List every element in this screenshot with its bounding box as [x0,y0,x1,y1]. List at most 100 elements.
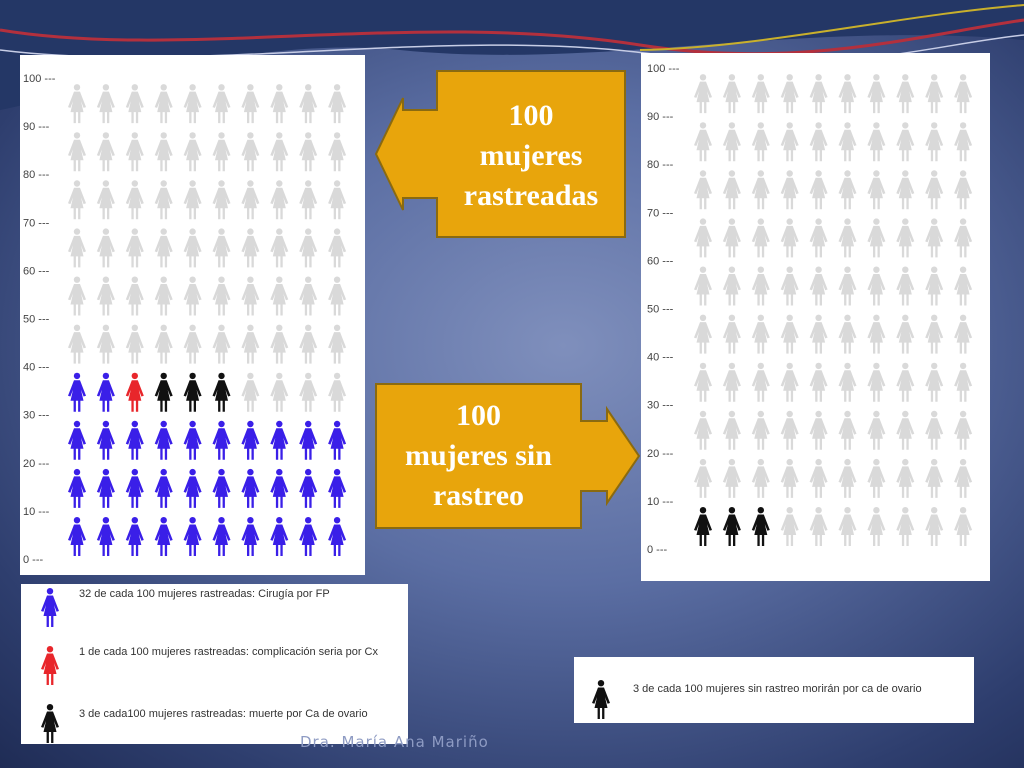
woman-icon [125,132,144,172]
woman-icon [751,122,770,162]
woman-icon [183,180,202,220]
callout-screened-line1: 100 [508,99,554,132]
woman-icon [270,517,289,556]
woman-icon [809,314,828,354]
woman-icon [125,276,144,316]
y-tick-label: 50 --- [647,304,674,316]
woman-icon [328,180,347,220]
woman-icon [154,276,173,316]
y-tick-label: 40 --- [23,362,50,374]
woman-icon [925,507,944,546]
woman-icon [125,372,144,412]
woman-icon [838,266,857,306]
woman-icon [241,420,260,460]
woman-icon [751,362,770,402]
woman-icon [751,266,770,306]
woman-icon [96,132,115,172]
woman-icon [751,74,770,114]
woman-icon [694,218,712,258]
woman-icon [183,468,202,508]
woman-icon [694,266,712,306]
woman-icon [183,228,202,268]
woman-icon [867,122,886,162]
woman-icon [212,228,231,268]
woman-icon [328,324,347,364]
woman-icon [867,218,886,258]
legend-label-unscreened-death: 3 de cada 100 mujeres sin rastreo morirá… [633,683,922,695]
woman-icon [722,507,741,546]
woman-icon [722,362,741,402]
woman-icon [751,458,770,498]
woman-icon [96,180,115,220]
woman-icon [212,468,231,508]
woman-icon [751,170,770,210]
y-tick-label: 10 --- [647,496,674,508]
woman-icon [125,180,144,220]
woman-icon [867,507,886,546]
woman-icon [154,468,173,508]
woman-icon [328,132,347,172]
woman-icon [68,132,86,172]
woman-icon [809,410,828,450]
woman-icon [809,362,828,402]
woman-icon [154,228,173,268]
woman-icon [299,420,318,460]
woman-icon [154,180,173,220]
woman-icon [183,84,202,124]
unscreened-legend: 3 de cada 100 mujeres sin rastreo morirá… [574,657,974,723]
woman-icon [68,324,86,364]
woman-icon [241,84,260,124]
woman-icon [896,122,915,162]
callout-unscreened-line1: 100 [456,399,501,432]
screened-pictogram-svg: 0 --- 10 --- 20 --- 30 --- 40 --- 50 --- 60 --… [23,73,347,566]
woman-icon [722,458,741,498]
woman-icon [328,228,347,268]
woman-icon [212,517,231,556]
woman-icon [867,266,886,306]
woman-icon [96,372,115,412]
woman-icon [96,517,115,556]
woman-icon [722,314,741,354]
woman-icon [896,314,915,354]
woman-icon [328,84,347,124]
woman-icon [41,588,59,627]
woman-icon [183,420,202,460]
woman-icon [896,266,915,306]
woman-icon [954,362,973,402]
woman-icon [896,410,915,450]
callout-unscreened-line2: mujeres sin [405,439,552,472]
woman-icon [838,74,857,114]
woman-icon [241,180,260,220]
woman-icon [896,218,915,258]
woman-icon [328,420,347,460]
woman-icon [809,218,828,258]
woman-icon-black [592,680,610,719]
woman-icon [270,276,289,316]
woman-icon [299,372,318,412]
screened-pictogram-chart: 0 --- 10 --- 20 --- 30 --- 40 --- 50 --- 60 --… [20,55,365,575]
woman-icon [838,314,857,354]
y-tick-label: 30 --- [23,410,50,422]
woman-icon [154,517,173,556]
woman-icon [780,458,799,498]
woman-icon [722,266,741,306]
y-tick-label: 60 --- [647,255,674,267]
woman-icon [722,122,741,162]
unscreened-pictogram-svg: 0 --- 10 --- 20 --- 30 --- 40 --- 50 --- 60 --… [647,63,973,556]
woman-icon [925,410,944,450]
woman-icon [925,170,944,210]
woman-icon [751,218,770,258]
woman-icon [125,228,144,268]
y-tick-label: 80 --- [23,169,50,181]
woman-icon [751,507,770,546]
y-tick-label: 40 --- [647,352,674,364]
callout-unscreened-line3: rastreo [432,479,525,512]
woman-icon [838,410,857,450]
callout-screened-line3: rastreadas [463,179,599,212]
woman-icon [96,324,115,364]
woman-icon [809,74,828,114]
woman-icon [780,410,799,450]
woman-icon [722,170,741,210]
woman-icon [270,372,289,412]
woman-icon [592,680,610,719]
